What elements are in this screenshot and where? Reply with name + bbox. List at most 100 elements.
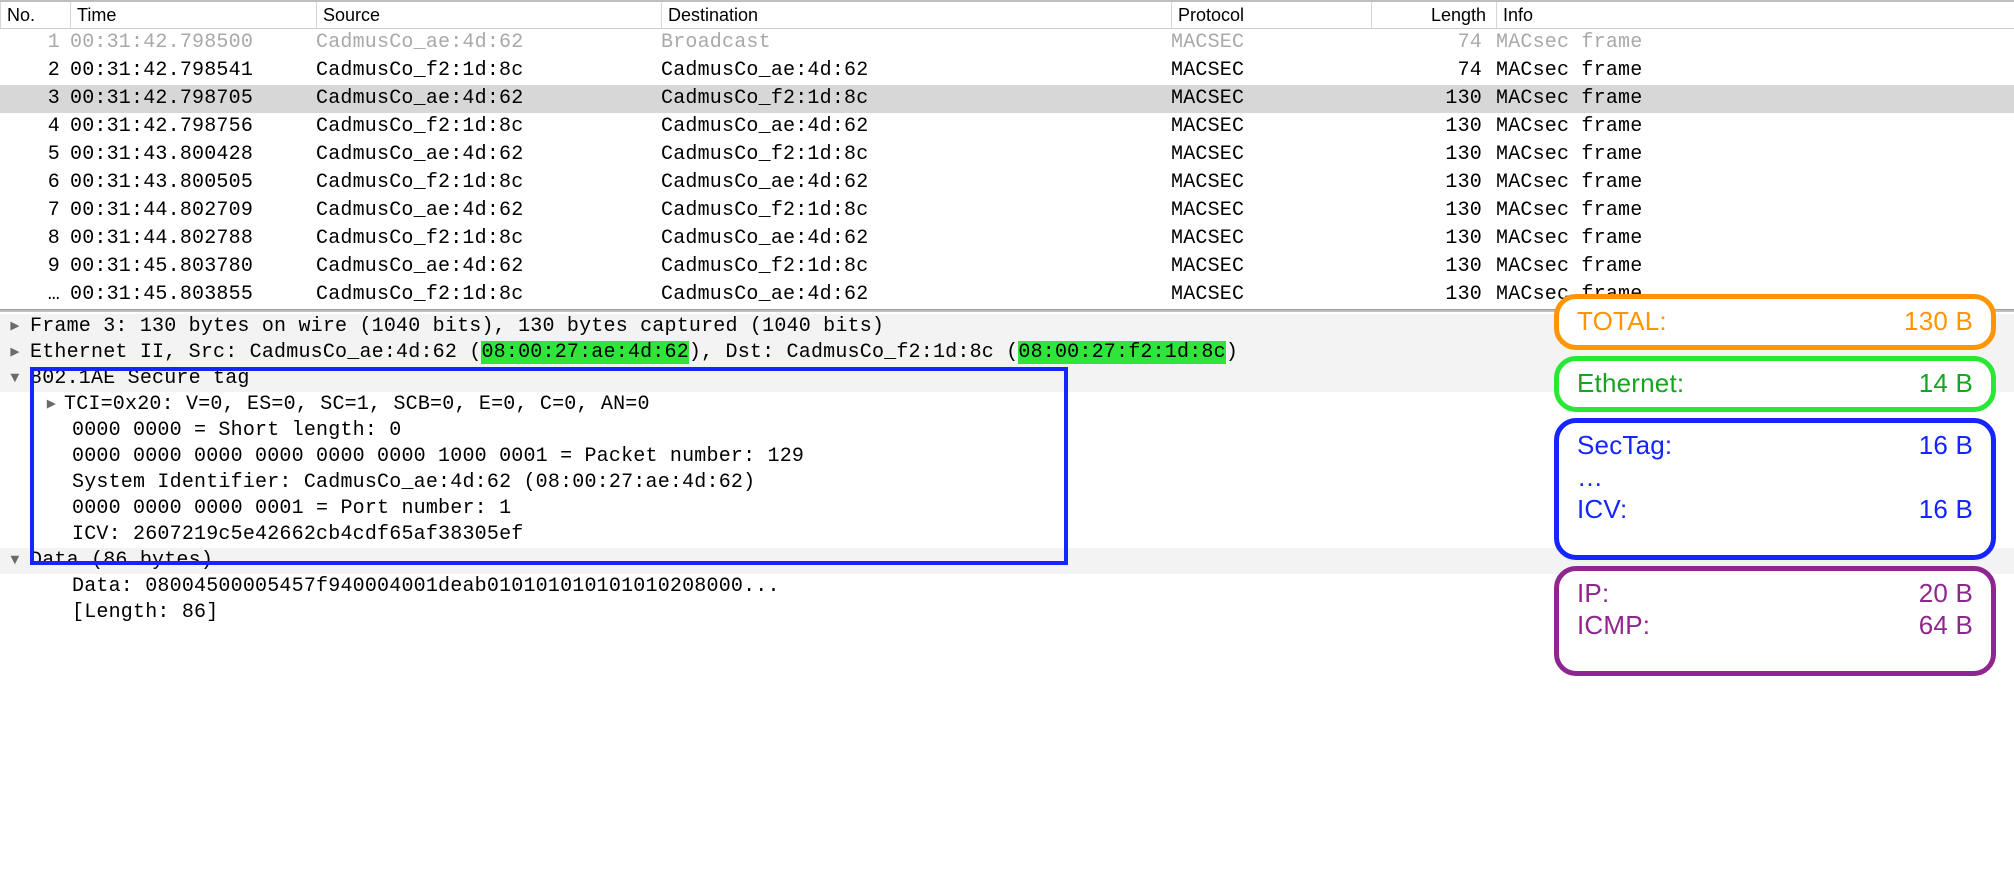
dst-mac-highlight: 08:00:27:f2:1d:8c — [1018, 341, 1225, 364]
cell-info: MACsec frame — [1496, 197, 2014, 225]
col-src[interactable]: Source — [316, 2, 661, 28]
cell-src: CadmusCo_ae:4d:62 — [316, 85, 661, 113]
tree-collapsed-icon[interactable]: ▶ — [0, 392, 64, 418]
cell-src: CadmusCo_f2:1d:8c — [316, 281, 661, 309]
card-total: TOTAL:130 B — [1554, 294, 1996, 350]
cell-info: MACsec frame — [1496, 225, 2014, 253]
cell-time: 00:31:45.803855 — [70, 281, 316, 309]
cell-src: CadmusCo_f2:1d:8c — [316, 169, 661, 197]
card-sectag-icv: SecTag:16 B … ICV:16 B — [1554, 418, 1996, 560]
cell-time: 00:31:42.798541 — [70, 57, 316, 85]
cell-time: 00:31:42.798705 — [70, 85, 316, 113]
cell-proto: MACSEC — [1171, 85, 1371, 113]
cell-proto: MACSEC — [1171, 113, 1371, 141]
cell-no: 2 — [0, 57, 70, 85]
cell-time: 00:31:43.800505 — [70, 169, 316, 197]
cell-src: CadmusCo_ae:4d:62 — [316, 197, 661, 225]
cell-len: 130 — [1371, 281, 1496, 309]
cell-info: MACsec frame — [1496, 169, 2014, 197]
cell-info: MACsec frame — [1496, 141, 2014, 169]
cell-info: MACsec frame — [1496, 113, 2014, 141]
cell-dst: CadmusCo_ae:4d:62 — [661, 225, 1171, 253]
col-dst[interactable]: Destination — [661, 2, 1171, 28]
cell-len: 130 — [1371, 141, 1496, 169]
col-len[interactable]: Length — [1371, 2, 1496, 28]
cell-no: … — [0, 281, 70, 309]
cell-src: CadmusCo_ae:4d:62 — [316, 141, 661, 169]
cell-src: CadmusCo_ae:4d:62 — [316, 29, 661, 57]
cell-len: 130 — [1371, 169, 1496, 197]
packet-row[interactable]: 600:31:43.800505CadmusCo_f2:1d:8cCadmusC… — [0, 169, 2014, 197]
cell-dst: CadmusCo_ae:4d:62 — [661, 169, 1171, 197]
card-ethernet: Ethernet:14 B — [1554, 356, 1996, 412]
cell-time: 00:31:44.802788 — [70, 225, 316, 253]
cell-no: 4 — [0, 113, 70, 141]
cell-len: 130 — [1371, 113, 1496, 141]
cell-proto: MACSEC — [1171, 253, 1371, 281]
cell-src: CadmusCo_f2:1d:8c — [316, 57, 661, 85]
tree-expanded-icon[interactable]: ▼ — [0, 366, 30, 392]
tree-collapsed-icon[interactable]: ▶ — [0, 314, 30, 340]
cell-len: 130 — [1371, 253, 1496, 281]
col-time[interactable]: Time — [70, 2, 316, 28]
src-mac-highlight: 08:00:27:ae:4d:62 — [481, 341, 688, 364]
cell-proto: MACSEC — [1171, 169, 1371, 197]
col-info[interactable]: Info — [1496, 2, 2014, 28]
cell-src: CadmusCo_f2:1d:8c — [316, 113, 661, 141]
cell-info: MACsec frame — [1496, 253, 2014, 281]
cell-dst: CadmusCo_ae:4d:62 — [661, 281, 1171, 309]
cell-dst: Broadcast — [661, 29, 1171, 57]
cell-dst: CadmusCo_ae:4d:62 — [661, 113, 1171, 141]
cell-info: MACsec frame — [1496, 85, 2014, 113]
cell-len: 74 — [1371, 29, 1496, 57]
cell-time: 00:31:45.803780 — [70, 253, 316, 281]
cell-time: 00:31:42.798500 — [70, 29, 316, 57]
cell-len: 130 — [1371, 197, 1496, 225]
packet-row[interactable]: 200:31:42.798541CadmusCo_f2:1d:8cCadmusC… — [0, 57, 2014, 85]
cell-time: 00:31:42.798756 — [70, 113, 316, 141]
cell-proto: MACSEC — [1171, 197, 1371, 225]
cell-no: 1 — [0, 29, 70, 57]
cell-len: 74 — [1371, 57, 1496, 85]
col-proto[interactable]: Protocol — [1171, 2, 1371, 28]
packet-details: ▶ Frame 3: 130 bytes on wire (1040 bits)… — [0, 312, 2014, 626]
cell-dst: CadmusCo_f2:1d:8c — [661, 85, 1171, 113]
cell-proto: MACSEC — [1171, 141, 1371, 169]
packet-row[interactable]: 900:31:45.803780CadmusCo_ae:4d:62CadmusC… — [0, 253, 2014, 281]
cell-no: 5 — [0, 141, 70, 169]
card-ip-icmp: IP:20 B ICMP:64 B — [1554, 566, 1996, 676]
cell-proto: MACSEC — [1171, 225, 1371, 253]
packet-row[interactable]: 800:31:44.802788CadmusCo_f2:1d:8cCadmusC… — [0, 225, 2014, 253]
cell-src: CadmusCo_ae:4d:62 — [316, 253, 661, 281]
cell-no: 9 — [0, 253, 70, 281]
annotation-cards: TOTAL:130 B Ethernet:14 B SecTag:16 B … … — [1554, 294, 1996, 682]
packet-row[interactable]: 400:31:42.798756CadmusCo_f2:1d:8cCadmusC… — [0, 113, 2014, 141]
cell-len: 130 — [1371, 225, 1496, 253]
cell-proto: MACSEC — [1171, 281, 1371, 309]
cell-proto: MACSEC — [1171, 57, 1371, 85]
tree-expanded-icon[interactable]: ▼ — [0, 548, 30, 574]
cell-no: 8 — [0, 225, 70, 253]
cell-len: 130 — [1371, 85, 1496, 113]
packet-row[interactable]: 700:31:44.802709CadmusCo_ae:4d:62CadmusC… — [0, 197, 2014, 225]
col-no[interactable]: No. — [0, 2, 70, 28]
cell-no: 6 — [0, 169, 70, 197]
tree-collapsed-icon[interactable]: ▶ — [0, 340, 30, 366]
cell-dst: CadmusCo_f2:1d:8c — [661, 197, 1171, 225]
packet-row[interactable]: 100:31:42.798500CadmusCo_ae:4d:62Broadca… — [0, 29, 2014, 57]
cell-info: MACsec frame — [1496, 29, 2014, 57]
cell-time: 00:31:43.800428 — [70, 141, 316, 169]
cell-no: 3 — [0, 85, 70, 113]
cell-dst: CadmusCo_f2:1d:8c — [661, 141, 1171, 169]
cell-dst: CadmusCo_f2:1d:8c — [661, 253, 1171, 281]
cell-no: 7 — [0, 197, 70, 225]
packet-list: 100:31:42.798500CadmusCo_ae:4d:62Broadca… — [0, 29, 2014, 309]
cell-proto: MACSEC — [1171, 29, 1371, 57]
packet-list-header: No. Time Source Destination Protocol Len… — [0, 0, 2014, 29]
cell-info: MACsec frame — [1496, 57, 2014, 85]
cell-src: CadmusCo_f2:1d:8c — [316, 225, 661, 253]
cell-dst: CadmusCo_ae:4d:62 — [661, 57, 1171, 85]
packet-row[interactable]: 300:31:42.798705CadmusCo_ae:4d:62CadmusC… — [0, 85, 2014, 113]
cell-time: 00:31:44.802709 — [70, 197, 316, 225]
packet-row[interactable]: 500:31:43.800428CadmusCo_ae:4d:62CadmusC… — [0, 141, 2014, 169]
